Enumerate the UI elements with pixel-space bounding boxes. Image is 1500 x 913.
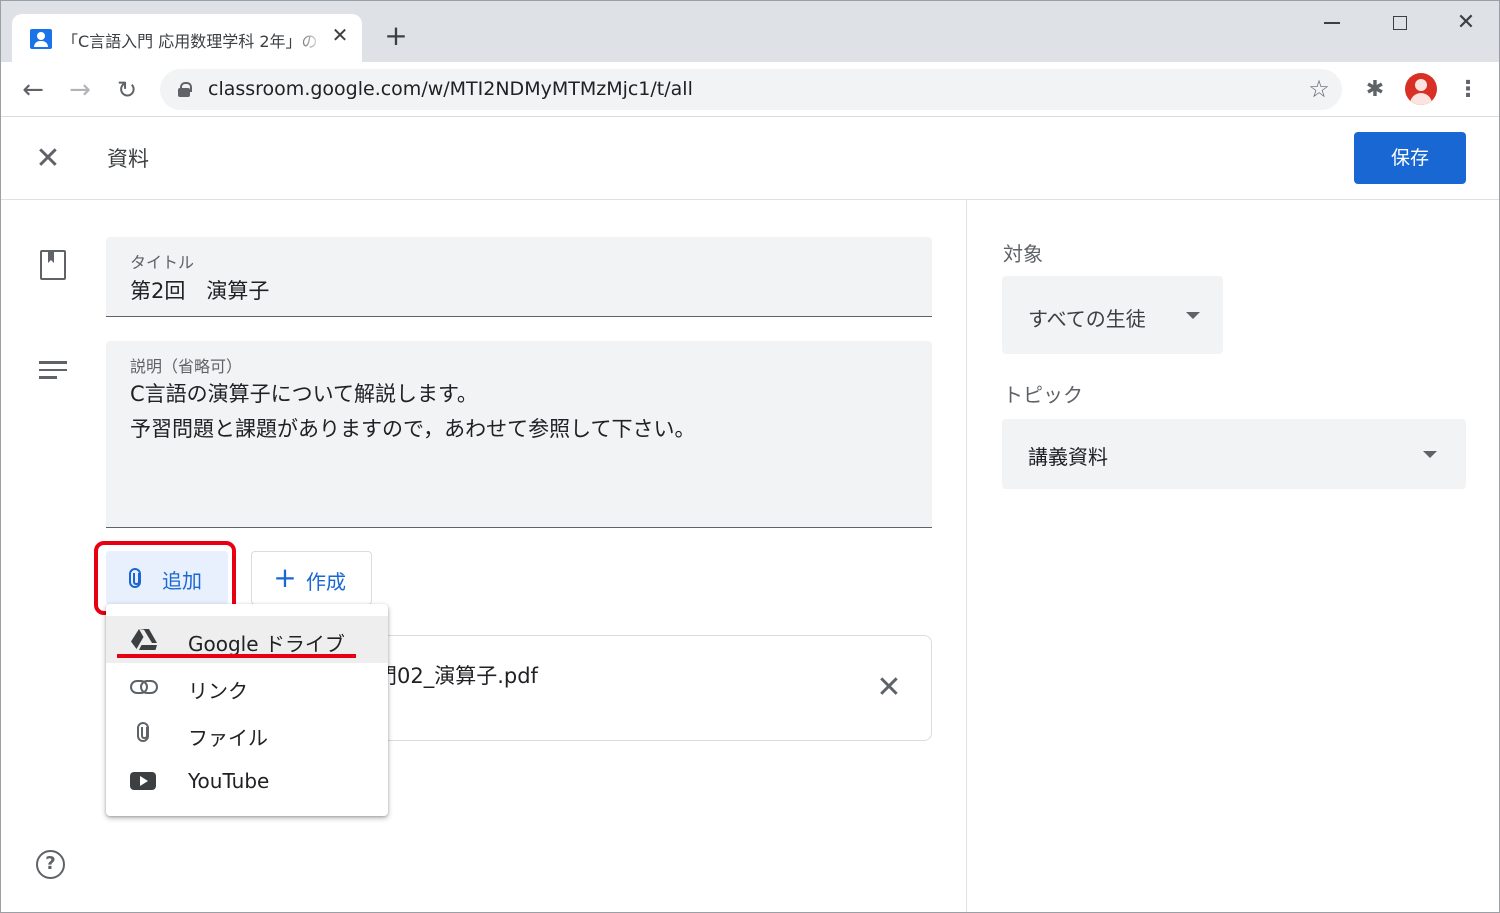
save-button[interactable]: 保存 <box>1354 132 1466 184</box>
link-icon <box>130 680 158 694</box>
window-maximize-button[interactable] <box>1378 8 1422 38</box>
close-icon[interactable]: ✕ <box>30 141 66 177</box>
topic-select-value: 講義資料 <box>1028 445 1108 469</box>
lock-icon[interactable] <box>178 82 192 97</box>
menu-item-label: Google ドライブ <box>188 632 345 656</box>
remove-attachment-icon[interactable]: ✕ <box>873 672 905 704</box>
add-menu: Google ドライブ リンク ファイル YouTube <box>106 604 388 816</box>
description-line[interactable]: 予習問題と課題がありますので，あわせて参照して下さい。 <box>130 413 696 443</box>
title-input[interactable]: 第2回 演算子 <box>130 275 269 305</box>
bookmark-star-icon[interactable]: ☆ <box>1304 74 1334 104</box>
menu-item-label: ファイル <box>188 726 268 750</box>
new-tab-button[interactable]: + <box>380 20 412 52</box>
create-button-label: 作成 <box>306 570 346 594</box>
address-bar[interactable]: classroom.google.com/w/MTI2NDMyMTMzMjc1/… <box>160 69 1342 110</box>
help-icon[interactable]: ? <box>36 850 65 879</box>
app-header: ✕ 資料 保存 <box>0 117 1500 200</box>
browser-tab[interactable]: 「C言語入門 応用数理学科 2年」の ✕ <box>12 14 362 62</box>
reload-icon[interactable]: ↻ <box>111 74 143 106</box>
panel-divider <box>966 200 967 913</box>
description-lines-icon <box>39 361 67 381</box>
menu-item-link[interactable]: リンク <box>106 663 388 710</box>
browser-tabstrip: 「C言語入門 応用数理学科 2年」の ✕ + ✕ <box>0 0 1500 62</box>
classroom-favicon-icon <box>30 29 52 49</box>
bookmark-icon <box>40 250 66 280</box>
extensions-puzzle-icon[interactable]: ✱ <box>1360 75 1390 105</box>
profile-avatar[interactable] <box>1405 73 1437 105</box>
google-drive-icon <box>130 628 158 652</box>
window-minimize-button[interactable] <box>1310 8 1354 38</box>
plus-icon: + <box>273 561 297 594</box>
tab-title: 「C言語入門 応用数理学科 2年」の <box>62 32 318 51</box>
menu-item-file[interactable]: ファイル <box>106 710 388 757</box>
title-field-label: タイトル <box>130 253 195 272</box>
browser-menu-icon[interactable]: ⋮ <box>1454 75 1482 105</box>
dropdown-caret-icon <box>1423 451 1437 458</box>
target-select[interactable]: すべての生徒 <box>1002 276 1223 354</box>
topic-select[interactable]: 講義資料 <box>1002 419 1466 489</box>
back-arrow-icon[interactable]: ← <box>17 74 49 106</box>
annotation-underline <box>117 654 356 658</box>
forward-arrow-icon[interactable]: → <box>64 74 96 106</box>
youtube-icon <box>130 772 156 790</box>
page-title: 資料 <box>107 147 149 171</box>
create-button[interactable]: + 作成 <box>251 551 372 605</box>
attachment-filename[interactable]: 門02_演算子.pdf <box>376 660 538 690</box>
menu-item-youtube[interactable]: YouTube <box>106 757 388 804</box>
browser-toolbar: ← → ↻ classroom.google.com/w/MTI2NDMyMTM… <box>0 62 1500 117</box>
description-line[interactable]: C言語の演算子について解説します。 <box>130 378 478 408</box>
dropdown-caret-icon <box>1186 312 1200 319</box>
topic-label: トピック <box>1003 383 1083 407</box>
attachment-card[interactable]: 門02_演算子.pdf ✕ <box>332 635 932 741</box>
target-label: 対象 <box>1003 242 1043 266</box>
url-text[interactable]: classroom.google.com/w/MTI2NDMyMTMzMjc1/… <box>208 78 693 100</box>
window-close-button[interactable]: ✕ <box>1444 8 1488 38</box>
tab-close-icon[interactable]: ✕ <box>328 23 352 47</box>
description-field[interactable]: 説明（省略可） C言語の演算子について解説します。 予習問題と課題がありますので… <box>106 341 932 528</box>
paperclip-icon <box>130 722 158 746</box>
target-select-value: すべての生徒 <box>1028 307 1146 331</box>
menu-item-label: YouTube <box>188 769 270 793</box>
menu-item-label: リンク <box>188 679 248 703</box>
title-field[interactable]: タイトル 第2回 演算子 <box>106 237 932 317</box>
description-field-label: 説明（省略可） <box>130 357 243 376</box>
